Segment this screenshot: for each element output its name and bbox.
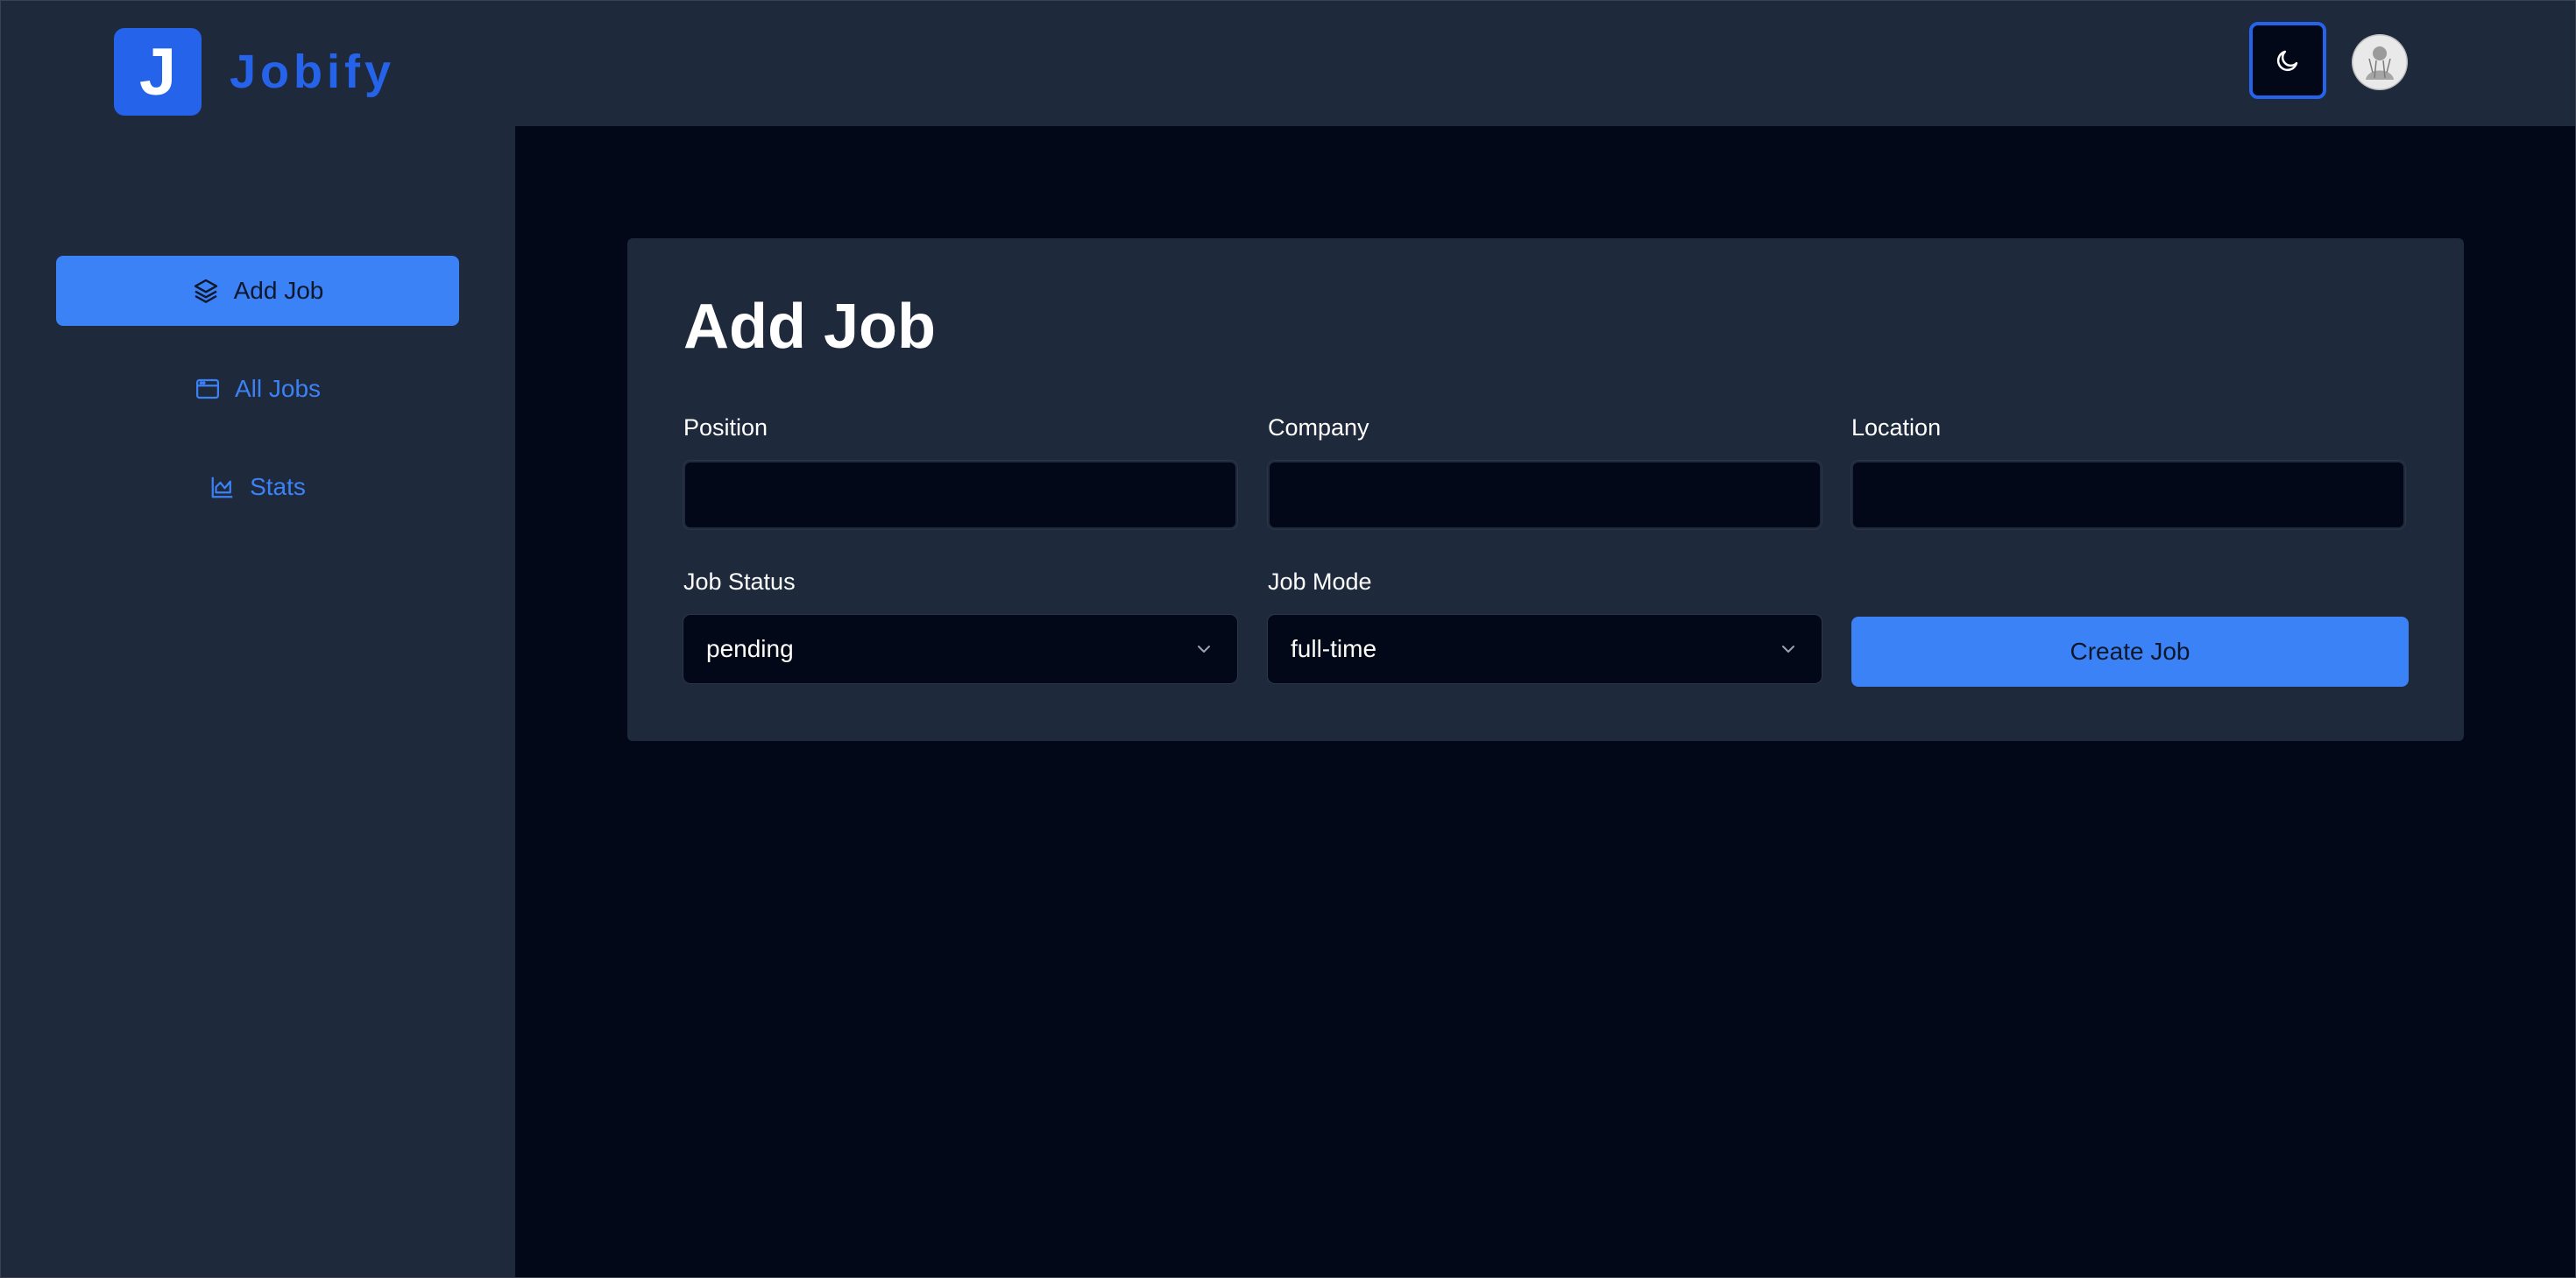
page-title: Add Job — [683, 292, 936, 362]
location-label: Location — [1851, 414, 1942, 441]
sidebar-item-stats[interactable]: Stats — [56, 452, 459, 522]
position-label: Position — [683, 414, 768, 441]
sidebar: J Jobify Add Job All Jobs Stats — [0, 0, 515, 1278]
moon-icon — [2276, 50, 2298, 72]
company-field: Company — [1267, 412, 1822, 530]
theme-toggle-button[interactable] — [2249, 22, 2326, 99]
create-job-button[interactable]: Create Job — [1851, 617, 2409, 687]
sidebar-nav: Add Job All Jobs Stats — [56, 256, 459, 550]
job-status-value: pending — [706, 635, 794, 662]
position-field: Position — [683, 412, 1238, 530]
add-job-card: Add Job Position Company Location Job St… — [627, 238, 2464, 741]
sidebar-item-label: Stats — [250, 473, 306, 500]
user-avatar[interactable] — [2352, 34, 2408, 90]
position-input[interactable] — [683, 460, 1238, 530]
sidebar-item-label: All Jobs — [234, 375, 322, 402]
company-input[interactable] — [1267, 460, 1822, 530]
chevron-down-icon — [1782, 646, 1794, 653]
area-chart-icon — [211, 477, 233, 498]
job-mode-select[interactable]: full-time — [1267, 614, 1822, 684]
company-label: Company — [1268, 414, 1369, 441]
sidebar-item-all-jobs[interactable]: All Jobs — [56, 354, 459, 424]
location-field: Location — [1851, 412, 2406, 530]
job-mode-field: Job Mode full-time — [1267, 566, 1822, 684]
job-mode-label: Job Mode — [1268, 568, 1372, 595]
layers-icon — [194, 279, 217, 303]
job-status-label: Job Status — [683, 568, 796, 595]
location-input[interactable] — [1851, 460, 2406, 530]
app-name: Jobify — [230, 46, 396, 98]
sidebar-item-label: Add Job — [233, 277, 324, 304]
avatar-image-icon — [2352, 34, 2408, 90]
sidebar-item-add-job[interactable]: Add Job — [56, 256, 459, 326]
browser-window-icon — [195, 378, 219, 399]
job-status-field: Job Status pending — [683, 566, 1238, 684]
job-status-select[interactable]: pending — [683, 614, 1238, 684]
logo-mark: J — [114, 28, 202, 116]
job-mode-value: full-time — [1291, 635, 1377, 662]
chevron-down-icon — [1198, 646, 1210, 653]
app-logo[interactable]: J Jobify — [114, 28, 395, 116]
